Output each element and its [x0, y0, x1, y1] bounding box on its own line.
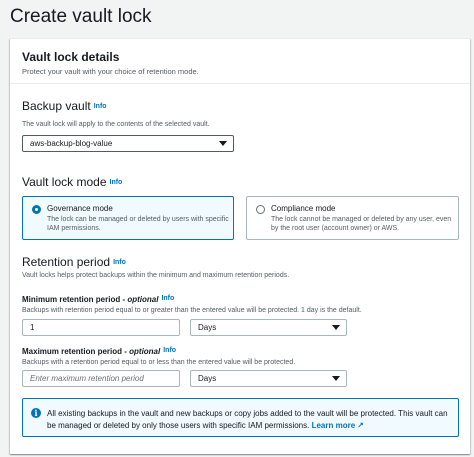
backup-vault-info-link[interactable]: Info	[94, 103, 107, 110]
backup-vault-selected-value: aws-backup-blog-value	[30, 139, 113, 148]
minimum-retention-unit-select[interactable]: Days	[190, 319, 347, 336]
alert-message: All existing backups in the vault and ne…	[47, 408, 451, 432]
backup-vault-label: Backup vault	[22, 99, 91, 113]
governance-mode-title: Governance mode	[47, 204, 113, 213]
learn-more-link[interactable]: Learn more	[312, 421, 356, 430]
minimum-retention-input[interactable]: 1	[22, 319, 180, 336]
backup-vault-description: The vault lock will apply to the content…	[22, 121, 210, 128]
maximum-retention-optional: optional	[129, 347, 161, 356]
compliance-mode-description: The lock cannot be managed or deleted by…	[271, 216, 452, 232]
caret-down-icon	[332, 325, 340, 330]
panel-title: Vault lock details	[22, 50, 120, 64]
panel-description: Protect your vault with your choice of r…	[22, 67, 199, 76]
governance-mode-radio[interactable]	[32, 205, 41, 214]
maximum-retention-description: Backups with a retention period equal to…	[22, 359, 296, 366]
compliance-mode-radio[interactable]	[256, 205, 265, 214]
governance-mode-description: The lock can be managed or deleted by us…	[47, 216, 229, 232]
compliance-mode-option[interactable]: Compliance mode The lock cannot be manag…	[246, 196, 459, 240]
page-title: Create vault lock	[10, 6, 152, 27]
retention-period-label: Retention period	[22, 255, 111, 269]
minimum-retention-heading: Minimum retention period - optional Info	[22, 295, 174, 304]
minimum-retention-label: Minimum retention period -	[22, 295, 128, 304]
retention-period-info-link[interactable]: Info	[113, 259, 126, 266]
minimum-retention-optional: optional	[127, 295, 159, 304]
maximum-retention-unit-select[interactable]: Days	[190, 370, 347, 387]
maximum-retention-unit-value: Days	[198, 374, 217, 383]
maximum-retention-input[interactable]: Enter maximum retention period	[22, 370, 180, 387]
maximum-retention-heading: Maximum retention period - optional Info	[22, 347, 176, 356]
vault-lock-mode-label: Vault lock mode	[22, 175, 107, 189]
backup-vault-select[interactable]: aws-backup-blog-value	[22, 135, 234, 152]
info-icon: i	[31, 408, 41, 418]
alert-text: All existing backups in the vault and ne…	[47, 409, 448, 430]
caret-down-icon	[332, 376, 340, 381]
panel-header: Vault lock details Protect your vault wi…	[10, 39, 470, 84]
info-alert: i All existing backups in the vault and …	[22, 398, 459, 437]
minimum-retention-unit-value: Days	[198, 323, 217, 332]
vault-lock-mode-info-link[interactable]: Info	[110, 179, 123, 186]
retention-period-heading: Retention period Info	[22, 255, 126, 269]
minimum-retention-description: Backups with retention period equal to o…	[22, 307, 362, 314]
vault-lock-mode-heading: Vault lock mode Info	[22, 175, 122, 189]
minimum-retention-info-link[interactable]: Info	[161, 295, 174, 302]
retention-period-description: Vault locks helps protect backups within…	[22, 272, 290, 279]
vault-lock-details-panel: Vault lock details Protect your vault wi…	[10, 38, 470, 454]
caret-down-icon	[219, 141, 227, 146]
compliance-mode-title: Compliance mode	[271, 204, 336, 213]
maximum-retention-info-link[interactable]: Info	[163, 347, 176, 354]
backup-vault-heading: Backup vault Info	[22, 99, 107, 113]
external-link-icon[interactable]: ↗	[357, 421, 364, 430]
maximum-retention-label: Maximum retention period -	[22, 347, 130, 356]
governance-mode-option[interactable]: Governance mode The lock can be managed …	[22, 196, 234, 240]
